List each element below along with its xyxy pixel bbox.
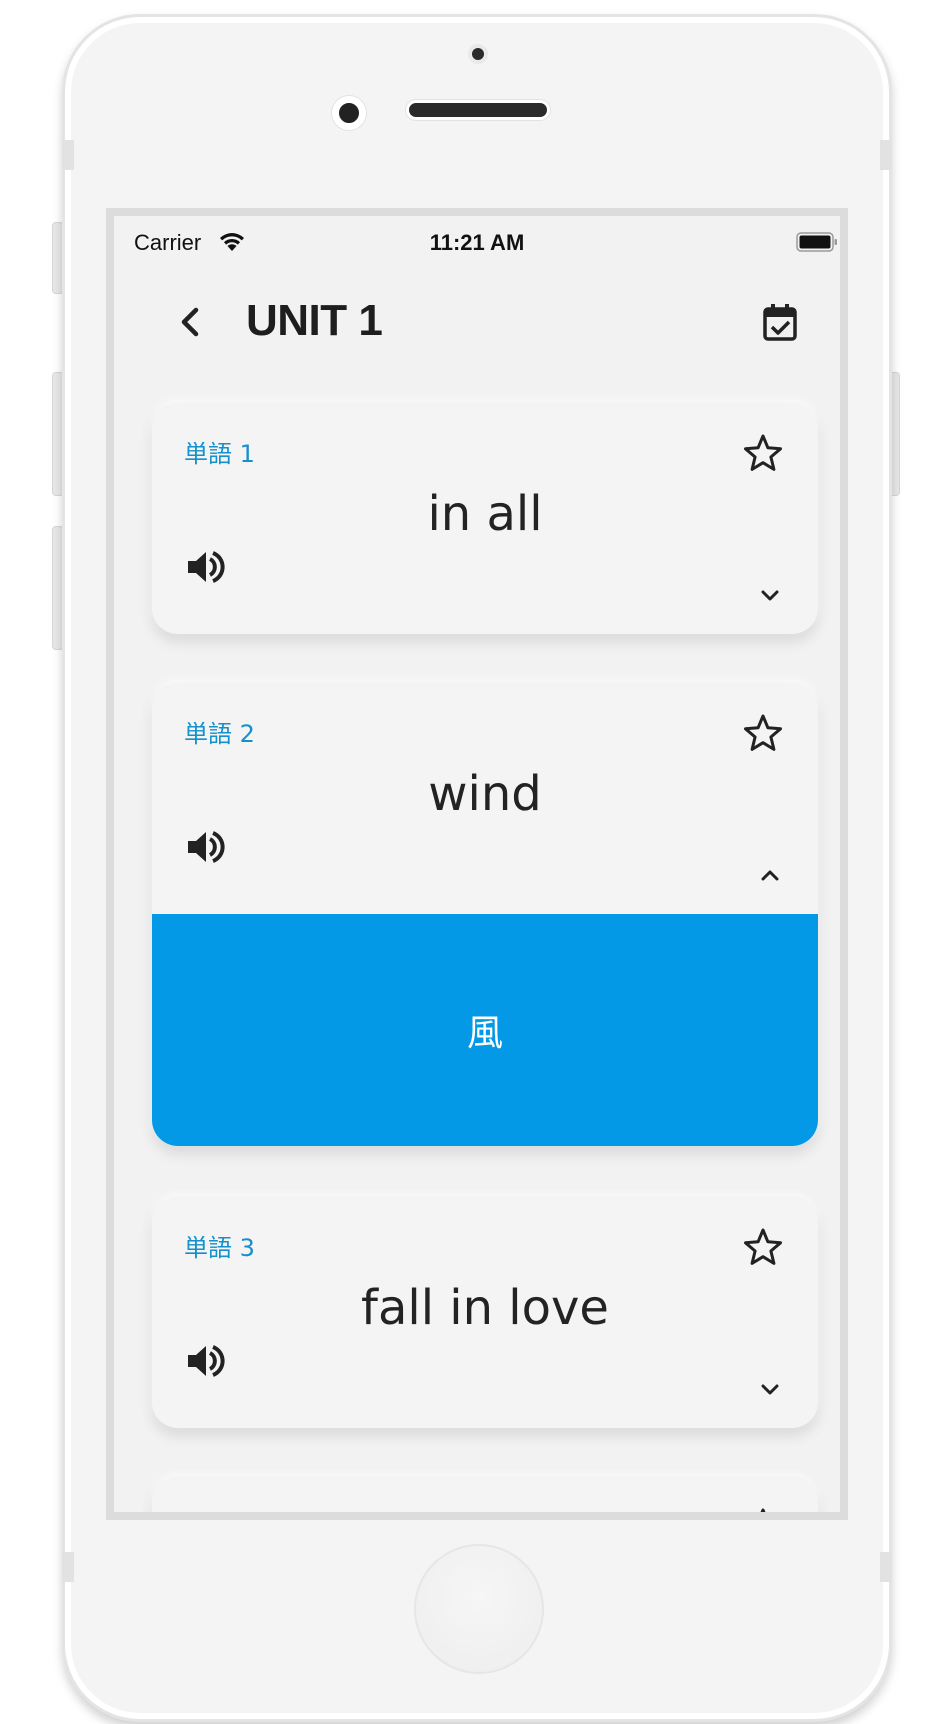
speaker-icon[interactable] (184, 826, 226, 868)
word-number-label: 単語 3 (184, 1234, 255, 1262)
word-card-expanded[interactable]: 単語 2 wind 風 (152, 682, 818, 1146)
app-screen: Carrier 11:21 AM UNIT 1 単語 1 in all 単語 2… (106, 208, 848, 1520)
chevron-up-icon[interactable] (756, 862, 784, 890)
word-meaning-text: 風 (466, 1013, 503, 1054)
word-card[interactable]: 単語 3 fall in love (152, 1196, 818, 1428)
word-card[interactable]: 単語 4 (152, 1476, 818, 1520)
word-number-label: 単語 4 (184, 1508, 255, 1512)
word-number-label: 単語 2 (184, 720, 255, 748)
word-meaning-panel: 風 (152, 914, 818, 1146)
star-icon[interactable] (742, 1506, 784, 1520)
phone-antenna-band (62, 140, 74, 170)
proximity-sensor (332, 96, 366, 130)
page-title: UNIT 1 (246, 296, 383, 345)
word-text: fall in love (361, 1280, 609, 1336)
word-text: wind (428, 766, 542, 822)
phone-antenna-band (62, 1552, 74, 1582)
star-icon[interactable] (742, 432, 784, 474)
battery-icon (796, 232, 837, 252)
nav-bar: UNIT 1 (114, 276, 840, 366)
phone-antenna-band (880, 140, 892, 170)
chevron-down-icon[interactable] (756, 582, 784, 610)
speaker-icon[interactable] (184, 1340, 226, 1382)
star-icon[interactable] (742, 712, 784, 754)
status-bar: Carrier 11:21 AM (114, 216, 840, 260)
star-icon[interactable] (742, 1226, 784, 1268)
home-button[interactable] (414, 1544, 544, 1674)
chevron-left-icon[interactable] (172, 302, 212, 342)
earpiece-speaker (406, 100, 550, 120)
calendar-check-icon[interactable] (762, 302, 798, 342)
front-camera (468, 44, 488, 64)
phone-antenna-band (880, 1552, 892, 1582)
speaker-icon[interactable] (184, 546, 226, 588)
chevron-down-icon[interactable] (756, 1376, 784, 1404)
status-time: 11:21 AM (429, 230, 525, 255)
word-number-label: 単語 1 (184, 440, 255, 468)
word-text: in all (427, 486, 543, 542)
word-card[interactable]: 単語 1 in all (152, 402, 818, 634)
